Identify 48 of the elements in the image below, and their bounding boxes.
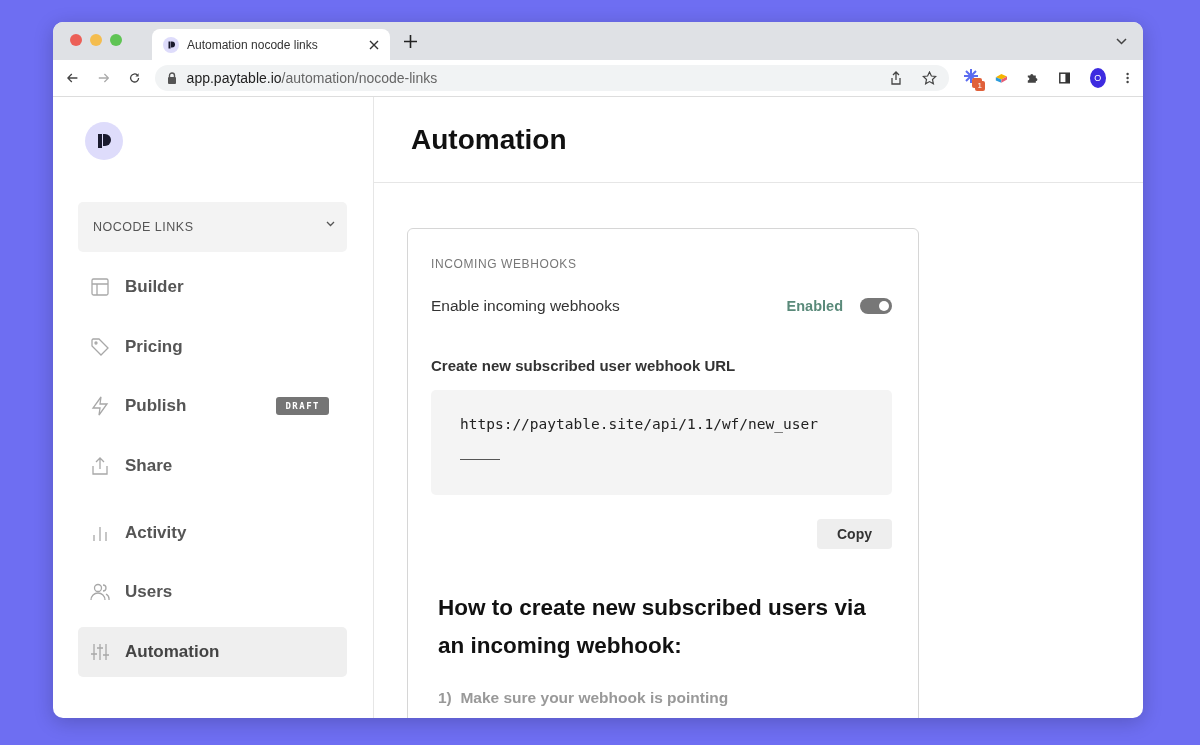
back-icon[interactable] (67, 72, 79, 84)
chevron-down-icon[interactable] (1116, 37, 1127, 45)
more-icon[interactable] (1125, 71, 1129, 85)
layout-icon (90, 277, 110, 297)
chevron-down-icon (326, 221, 335, 227)
star-icon[interactable] (921, 71, 937, 85)
sidebar-item[interactable]: Activity (78, 507, 347, 558)
section-title: INCOMING WEBHOOKS (431, 257, 578, 271)
dash-line (460, 459, 500, 460)
tab-title: Automation nocode links (187, 37, 319, 52)
toggle-switch[interactable] (860, 298, 892, 314)
share-icon[interactable] (889, 71, 902, 85)
sidebar-item[interactable]: Automation (78, 626, 347, 677)
workspace-dropdown[interactable]: NOCODE LINKS (78, 202, 347, 252)
status-badge: DRAFT (276, 397, 329, 415)
sidebar-item[interactable]: Users (78, 567, 347, 617)
browser-tab[interactable]: Automation nocode links (152, 29, 390, 60)
extension-icon[interactable] (994, 72, 1008, 84)
url-box[interactable]: https://paytable.site/api/1.1/wf/new_user (431, 390, 892, 495)
puzzle-icon[interactable] (1027, 71, 1039, 85)
sidebar-item[interactable]: Publish DRAFT (78, 381, 347, 431)
field-label: Create new subscribed user webhook URL (431, 357, 737, 374)
close-window-button[interactable] (70, 34, 82, 46)
instruction-step: 1) Make sure your webhook is pointing (438, 689, 892, 707)
share-icon (90, 455, 110, 476)
lightning-icon (90, 396, 110, 416)
reload-icon[interactable] (129, 71, 141, 85)
sidebar-item[interactable]: Builder (78, 262, 347, 312)
sliders-icon (90, 641, 110, 662)
tag-icon (90, 336, 110, 357)
toggle-label: Enable incoming webhooks (431, 297, 621, 315)
instructions-heading: How to create new subscribed users via an incoming webhook: (438, 594, 867, 660)
sidebar-icon[interactable] (1058, 71, 1070, 85)
webhook-url: https://paytable.site/api/1.1/wf/new_user (460, 416, 819, 432)
logo-icon (163, 36, 179, 53)
sidebar-item[interactable]: Share (78, 440, 347, 491)
page-title: Automation (411, 123, 567, 156)
logo-icon[interactable] (85, 122, 123, 160)
copy-button[interactable]: Copy (817, 519, 892, 549)
users-icon (90, 582, 110, 602)
new-tab-icon[interactable] (404, 34, 417, 48)
close-icon[interactable] (369, 39, 379, 50)
address-bar[interactable]: app.paytable.io/automation/nocode-links (154, 65, 949, 91)
notification-badge: 1 (974, 81, 985, 91)
sidebar-item[interactable]: Pricing (78, 321, 347, 372)
toggle-status: Enabled (786, 298, 843, 314)
lock-icon (166, 72, 177, 84)
profile-avatar[interactable]: O (1089, 68, 1106, 88)
